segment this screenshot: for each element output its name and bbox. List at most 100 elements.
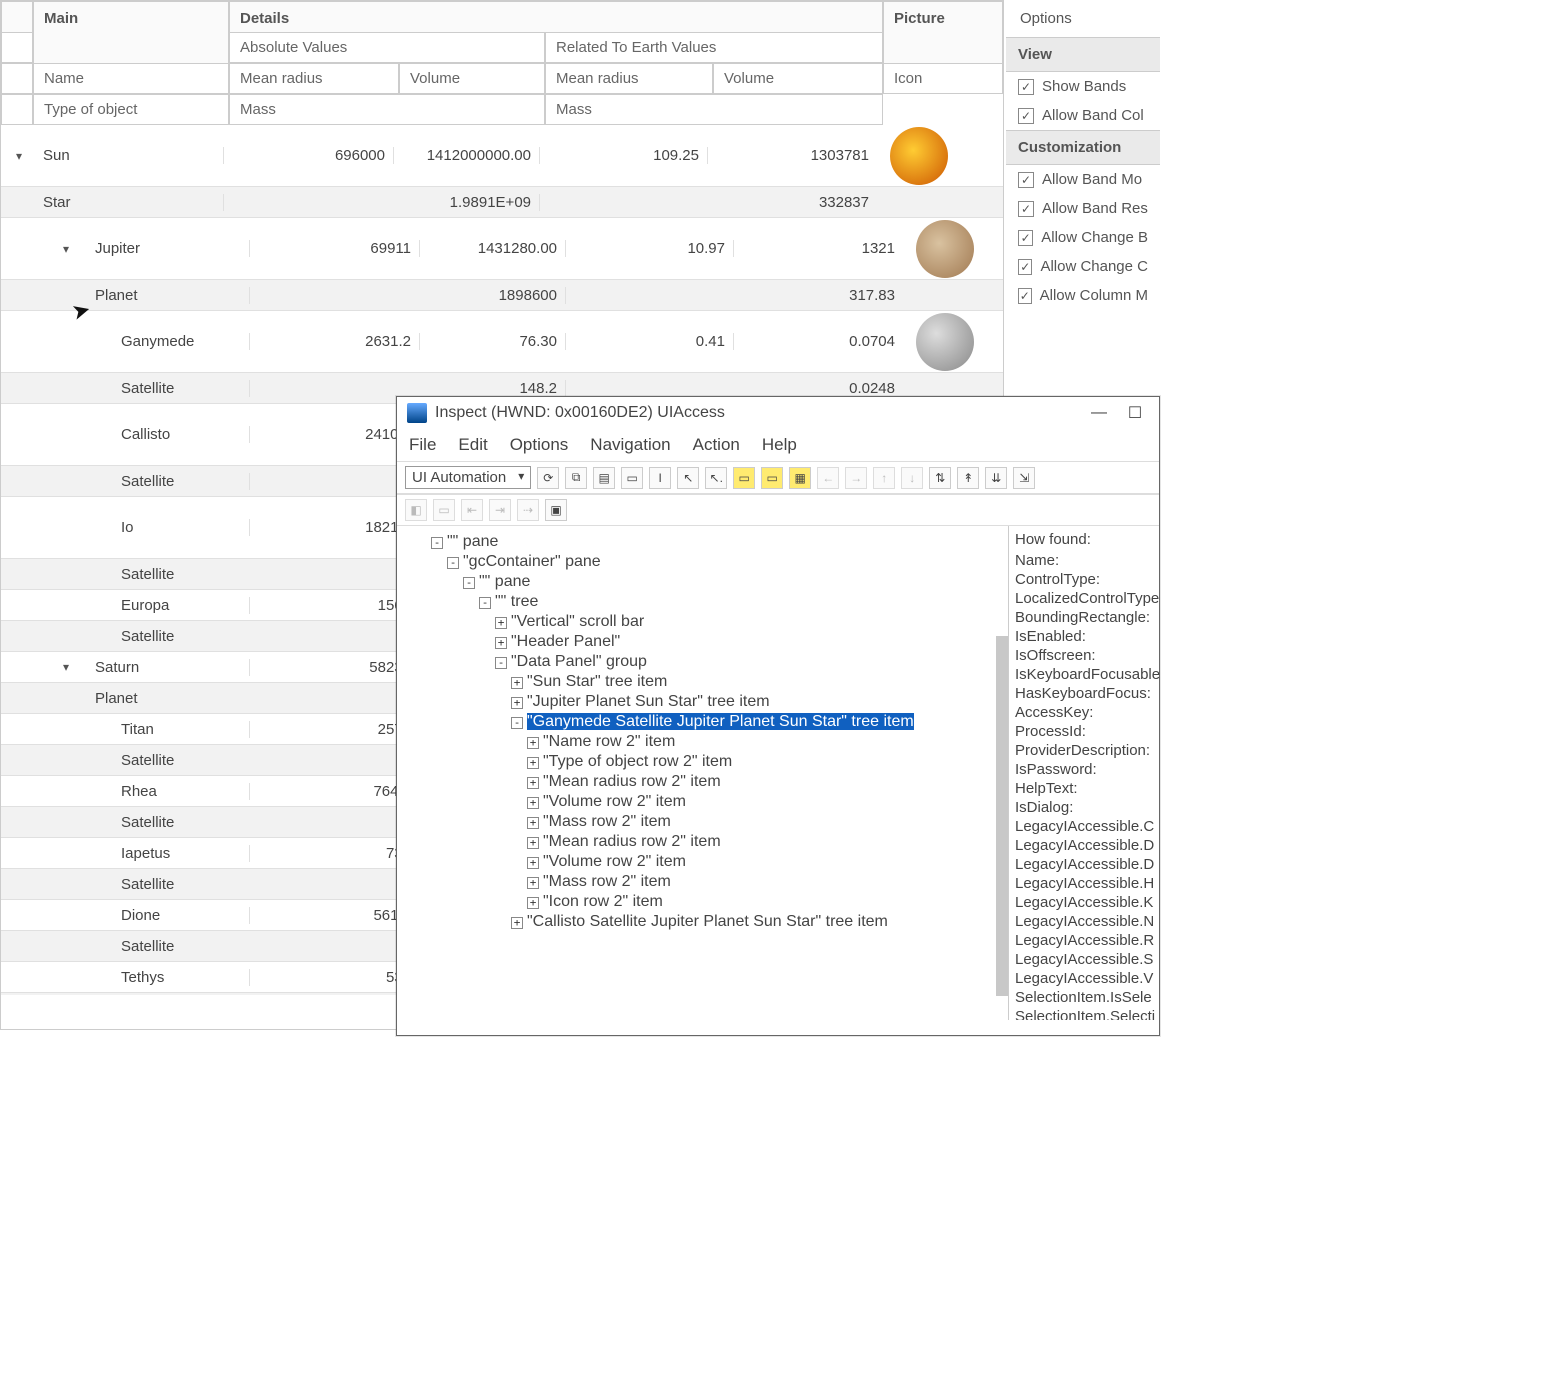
- collapse-icon[interactable]: -: [463, 577, 475, 589]
- minimize-button[interactable]: —: [1085, 404, 1113, 422]
- absolute-values-header[interactable]: Absolute Values: [229, 32, 545, 63]
- hierarchy-icon[interactable]: ⇅: [929, 467, 951, 489]
- volume-header[interactable]: Volume: [399, 63, 545, 94]
- inspect-tree-item[interactable]: +"Sun Star" tree item: [401, 672, 1004, 692]
- related-values-header[interactable]: Related To Earth Values: [545, 32, 883, 63]
- inspect-tree-item[interactable]: +"Header Panel": [401, 632, 1004, 652]
- inspect-tree-pane[interactable]: -"" pane-"gcContainer" pane-"" pane-"" t…: [397, 526, 1009, 1020]
- action5-icon[interactable]: ⇢: [517, 499, 539, 521]
- option-checkbox-item[interactable]: ✓Allow Band Col: [1006, 101, 1160, 130]
- inspect-tree-item[interactable]: +"Volume row 2" item: [401, 852, 1004, 872]
- table-row[interactable]: ▾Jupiter699111431280.0010.971321: [1, 218, 1003, 280]
- expand-icon[interactable]: +: [527, 737, 539, 749]
- collapse-icon[interactable]: -: [479, 597, 491, 609]
- inspect-tree-item[interactable]: +"Volume row 2" item: [401, 792, 1004, 812]
- nav-down-icon[interactable]: ↓: [901, 467, 923, 489]
- main-band-header[interactable]: Main: [33, 1, 229, 65]
- expand-icon[interactable]: +: [495, 637, 507, 649]
- collapse-icon[interactable]: -: [447, 557, 459, 569]
- inspect-tree-item[interactable]: +"Mean radius row 2" item: [401, 772, 1004, 792]
- nav-fwd-icon[interactable]: →: [845, 467, 867, 489]
- option-checkbox-item[interactable]: ✓Allow Change B: [1006, 223, 1160, 252]
- maximize-button[interactable]: ☐: [1121, 403, 1149, 423]
- table-row[interactable]: Planet1898600317.83: [1, 280, 1003, 311]
- option-checkbox-item[interactable]: ✓Allow Change C: [1006, 252, 1160, 281]
- inspect-tree-item[interactable]: +"Type of object row 2" item: [401, 752, 1004, 772]
- tree-icon[interactable]: ▤: [593, 467, 615, 489]
- collapse-icon[interactable]: -: [495, 657, 507, 669]
- inspect-tree-item[interactable]: -"" tree: [401, 592, 1004, 612]
- inspect-tree-item[interactable]: +"Jupiter Planet Sun Star" tree item: [401, 692, 1004, 712]
- highlight-icon[interactable]: ▭: [733, 467, 755, 489]
- action4-icon[interactable]: ⇥: [489, 499, 511, 521]
- icon-column-header[interactable]: Icon: [883, 63, 1003, 94]
- option-checkbox-item[interactable]: ✓Allow Band Mo: [1006, 165, 1160, 194]
- pointer-icon[interactable]: ↖: [677, 467, 699, 489]
- expand-icon[interactable]: +: [527, 797, 539, 809]
- refresh-icon[interactable]: ⟳: [537, 467, 559, 489]
- mass-header[interactable]: Mass: [229, 94, 545, 125]
- mean-radius-header[interactable]: Mean radius: [229, 63, 399, 94]
- table-row[interactable]: Star1.9891E+09332837: [1, 187, 1003, 218]
- inspect-window[interactable]: Inspect (HWND: 0x00160DE2) UIAccess — ☐ …: [396, 396, 1160, 1036]
- inspect-tree-item[interactable]: -"Ganymede Satellite Jupiter Planet Sun …: [401, 712, 1004, 732]
- highlight3-icon[interactable]: ▦: [789, 467, 811, 489]
- inspect-tree-item[interactable]: +"Mass row 2" item: [401, 872, 1004, 892]
- collapse-icon[interactable]: -: [511, 717, 523, 729]
- expand-icon[interactable]: +: [527, 897, 539, 909]
- highlight2-icon[interactable]: ▭: [761, 467, 783, 489]
- expand-icon[interactable]: +: [527, 757, 539, 769]
- expand-icon[interactable]: +: [527, 837, 539, 849]
- expand-icon[interactable]: +: [511, 677, 523, 689]
- inspect-tree-item[interactable]: +"Name row 2" item: [401, 732, 1004, 752]
- option-checkbox-item[interactable]: ✓Allow Band Res: [1006, 194, 1160, 223]
- inspect-tree-item[interactable]: -"" pane: [401, 572, 1004, 592]
- inspect-titlebar[interactable]: Inspect (HWND: 0x00160DE2) UIAccess — ☐: [397, 397, 1159, 429]
- inspect-tree-item[interactable]: +"Vertical" scroll bar: [401, 612, 1004, 632]
- pointer-follow-icon[interactable]: ↖.: [705, 467, 727, 489]
- expand-icon[interactable]: +: [495, 617, 507, 629]
- inspect-tree-item[interactable]: +"Mass row 2" item: [401, 812, 1004, 832]
- inspect-tree-item[interactable]: +"Mean radius row 2" item: [401, 832, 1004, 852]
- mean-radius-2-header[interactable]: Mean radius: [545, 63, 713, 94]
- options-tab[interactable]: Options: [1006, 0, 1160, 37]
- inspect-properties-pane[interactable]: How found:Name:ControlType:LocalizedCont…: [1009, 526, 1159, 1020]
- name-column-header[interactable]: Name: [33, 63, 229, 94]
- expand-icon[interactable]: +: [527, 777, 539, 789]
- menu-help[interactable]: Help: [762, 435, 797, 455]
- menu-action[interactable]: Action: [693, 435, 740, 455]
- table-row[interactable]: Ganymede2631.276.300.410.0704: [1, 311, 1003, 373]
- expand-icon[interactable]: +: [527, 857, 539, 869]
- children-icon[interactable]: ⇲: [1013, 467, 1035, 489]
- siblings-icon[interactable]: ⇊: [985, 467, 1007, 489]
- inspect-tree-item[interactable]: +"Icon row 2" item: [401, 892, 1004, 912]
- text-cursor-icon[interactable]: I: [649, 467, 671, 489]
- type-column-header[interactable]: Type of object: [33, 94, 229, 125]
- inspect-tree-item[interactable]: -"" pane: [401, 532, 1004, 552]
- inspect-tree-item[interactable]: -"Data Panel" group: [401, 652, 1004, 672]
- volume-2-header[interactable]: Volume: [713, 63, 883, 94]
- picture-band-header[interactable]: Picture: [883, 1, 1003, 65]
- rect-icon[interactable]: ▭: [621, 467, 643, 489]
- mass-2-header[interactable]: Mass: [545, 94, 883, 125]
- action6-icon[interactable]: ▣: [545, 499, 567, 521]
- nav-up-icon[interactable]: ↑: [873, 467, 895, 489]
- menu-options[interactable]: Options: [510, 435, 569, 455]
- option-checkbox-item[interactable]: ✓Show Bands: [1006, 72, 1160, 101]
- expand-icon[interactable]: +: [511, 697, 523, 709]
- action1-icon[interactable]: ◧: [405, 499, 427, 521]
- expand-icon[interactable]: +: [527, 817, 539, 829]
- inspect-tree-item[interactable]: -"gcContainer" pane: [401, 552, 1004, 572]
- chevron-down-icon[interactable]: ▾: [63, 242, 69, 256]
- table-row[interactable]: ▾Sun6960001412000000.00109.251303781: [1, 125, 1003, 187]
- copy-icon[interactable]: ⧉: [565, 467, 587, 489]
- action3-icon[interactable]: ⇤: [461, 499, 483, 521]
- chevron-down-icon[interactable]: ▾: [16, 149, 22, 163]
- menu-file[interactable]: File: [409, 435, 436, 455]
- parent-icon[interactable]: ↟: [957, 467, 979, 489]
- tree-scrollbar-thumb[interactable]: [996, 636, 1009, 996]
- menu-navigation[interactable]: Navigation: [590, 435, 670, 455]
- option-checkbox-item[interactable]: ✓Allow Column M: [1006, 281, 1160, 310]
- collapse-icon[interactable]: -: [431, 537, 443, 549]
- menu-edit[interactable]: Edit: [458, 435, 487, 455]
